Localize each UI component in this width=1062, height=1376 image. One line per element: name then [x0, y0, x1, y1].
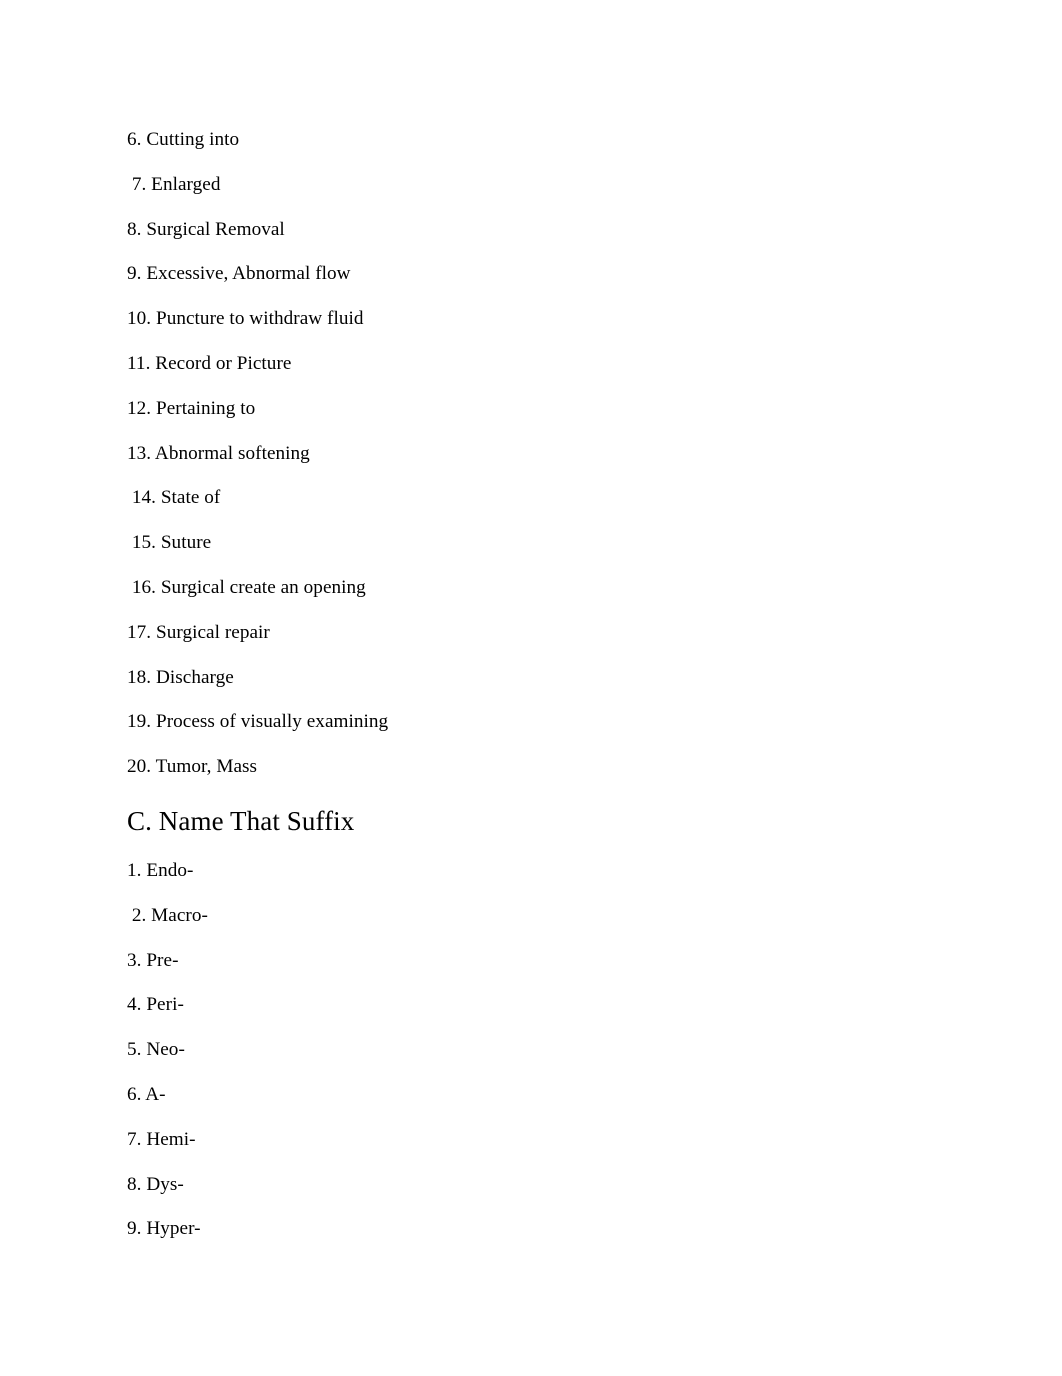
document-body: 6. Cutting into 7. Enlarged 8. Surgical R…: [127, 118, 947, 1252]
numbered-list-item: 1. Endo-: [127, 859, 194, 881]
numbered-list-item: 13. Abnormal softening: [127, 442, 310, 464]
numbered-list-item: 11. Record or Picture: [127, 352, 292, 374]
numbered-list-item: 5. Neo-: [127, 1039, 185, 1061]
numbered-list-item: 9. Hyper-: [127, 1218, 201, 1240]
numbered-list-item: 20. Tumor, Mass: [127, 756, 258, 778]
section-heading: C. Name That Suffix: [127, 805, 355, 836]
numbered-list-item: 4. Peri-: [127, 994, 184, 1016]
document-page: 6. Cutting into 7. Enlarged 8. Surgical R…: [0, 0, 1062, 1376]
numbered-list-item: 6. A-: [127, 1083, 166, 1105]
numbered-list-item: 16. Surgical create an opening: [127, 576, 366, 598]
numbered-list-item: 7. Hemi-: [127, 1128, 196, 1150]
numbered-list-item: 18. Discharge: [127, 666, 234, 688]
numbered-list-item: 14. State of: [127, 487, 221, 509]
numbered-list-item: 6. Cutting into: [127, 129, 240, 150]
numbered-list-item: 10. Puncture to withdraw fluid: [127, 308, 364, 330]
numbered-list-item: 8. Dys-: [127, 1173, 184, 1195]
numbered-list-item: 12. Pertaining to: [127, 397, 256, 419]
numbered-list-item: 19. Process of visually examining: [127, 711, 389, 733]
numbered-list-item: 3. Pre-: [127, 949, 179, 971]
numbered-list-item: 9. Excessive, Abnormal flow: [127, 263, 351, 285]
numbered-list-item: 17. Surgical repair: [127, 621, 270, 643]
numbered-list-item: 7. Enlarged: [127, 173, 221, 195]
numbered-list-item: 8. Surgical Removal: [127, 218, 285, 240]
numbered-list-item: 2. Macro-: [127, 904, 208, 926]
numbered-list-item: 15. Suture: [127, 532, 212, 554]
